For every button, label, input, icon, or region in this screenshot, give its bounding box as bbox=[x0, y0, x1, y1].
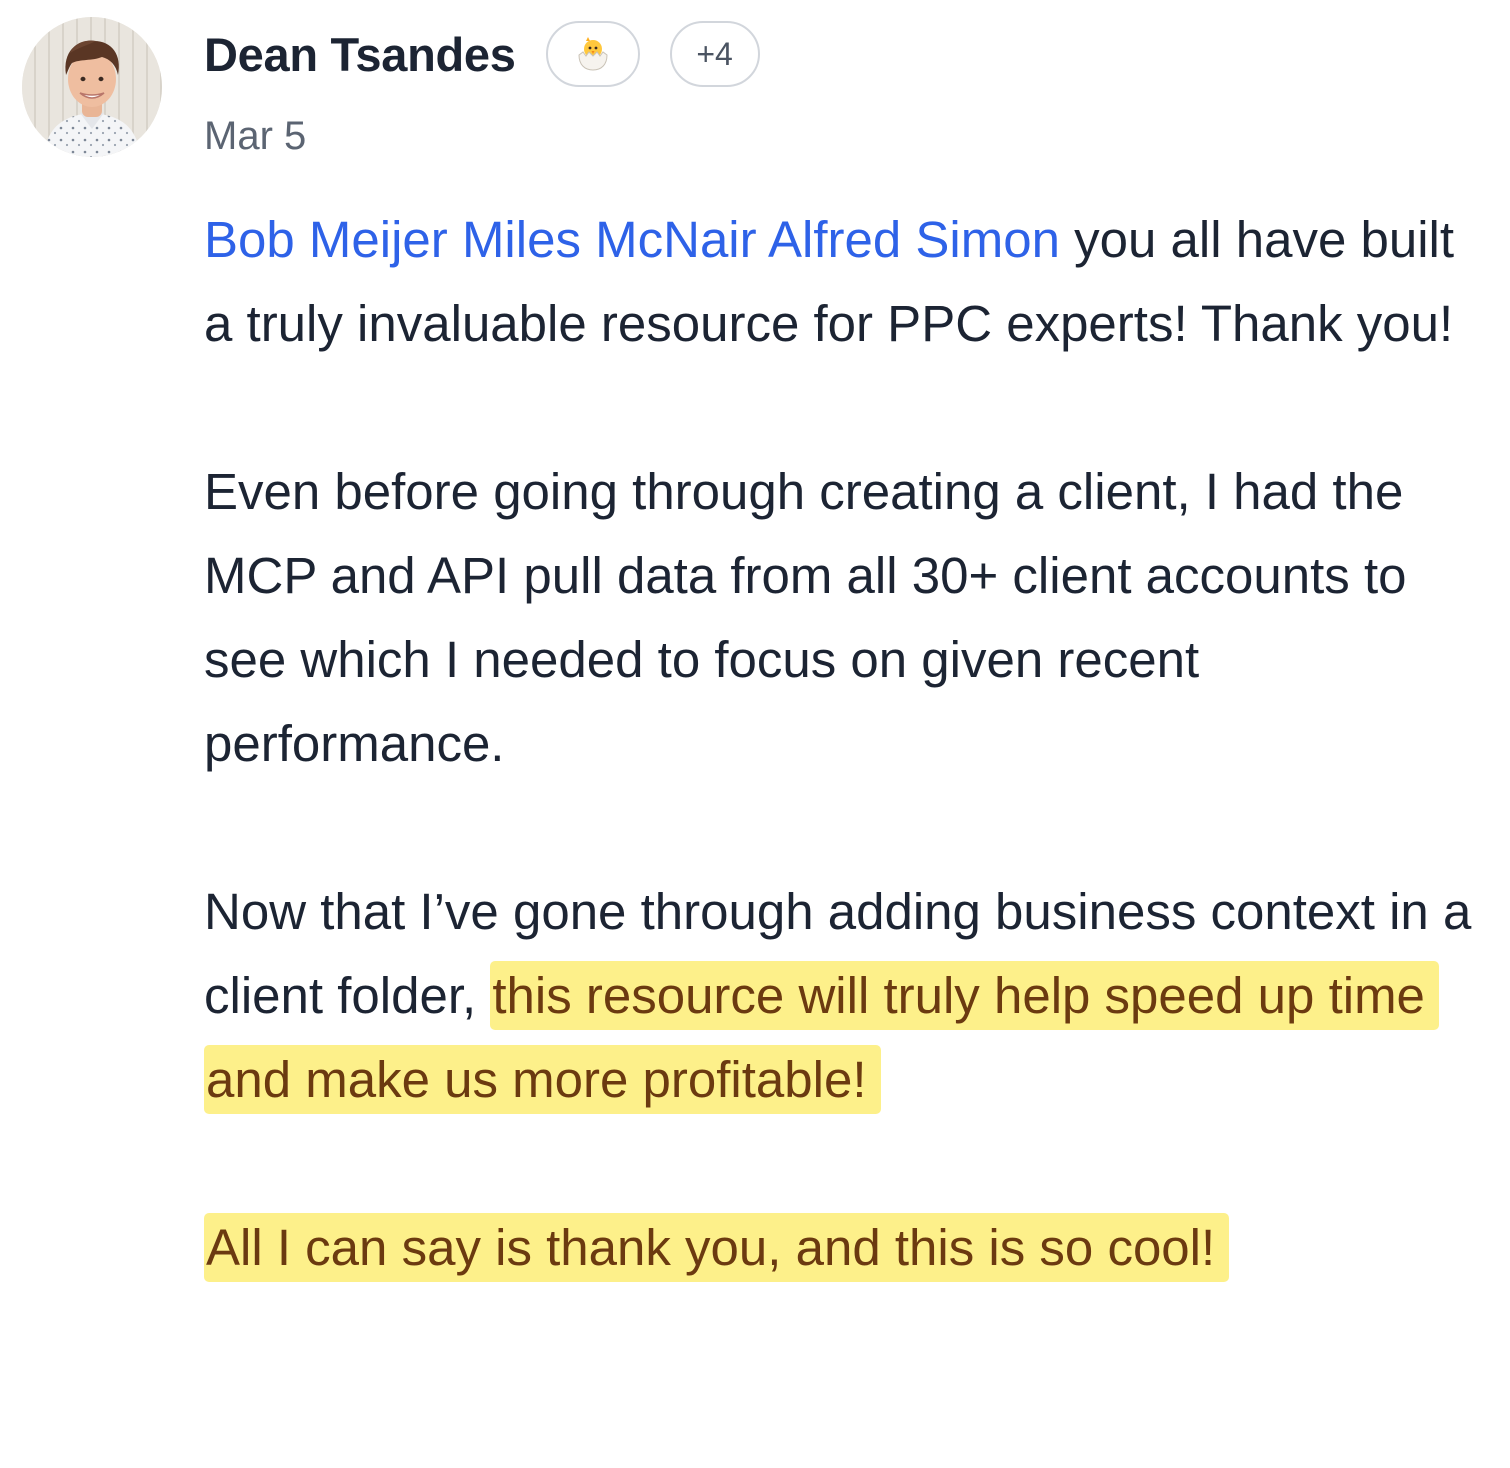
paragraph-2: Even before going through creating a cli… bbox=[204, 463, 1407, 772]
post-body: Bob Meijer Miles McNair Alfred Simon you… bbox=[204, 198, 1484, 1290]
mention-alfred-simon[interactable]: Alfred Simon bbox=[768, 211, 1060, 268]
paragraph-4: All I can say is thank you, and this is … bbox=[204, 1206, 1484, 1290]
hatching-chick-badge[interactable] bbox=[545, 21, 640, 87]
highlighted-closing-text: All I can say is thank you, and this is … bbox=[204, 1213, 1230, 1282]
paragraph-1: Bob Meijer Miles McNair Alfred Simon you… bbox=[204, 198, 1484, 366]
more-reactions-badge[interactable]: +4 bbox=[669, 21, 760, 87]
author-avatar[interactable] bbox=[22, 17, 162, 157]
hatching-chick-icon bbox=[578, 37, 608, 71]
author-name[interactable]: Dean Tsandes bbox=[204, 27, 516, 82]
avatar-photo-icon bbox=[22, 17, 162, 157]
mention-miles-mcnair[interactable]: Miles McNair bbox=[462, 211, 757, 268]
more-reactions-count: +4 bbox=[696, 35, 733, 72]
paragraph-3: Now that I’ve gone through adding busine… bbox=[204, 870, 1484, 1122]
author-header: Dean Tsandes +4 bbox=[204, 20, 760, 88]
post-date: Mar 5 bbox=[204, 114, 307, 158]
mention-bob-meijer[interactable]: Bob Meijer bbox=[204, 211, 448, 268]
comment-post: Dean Tsandes +4 Mar 5 Bob Meijer Miles M… bbox=[0, 0, 1510, 1468]
